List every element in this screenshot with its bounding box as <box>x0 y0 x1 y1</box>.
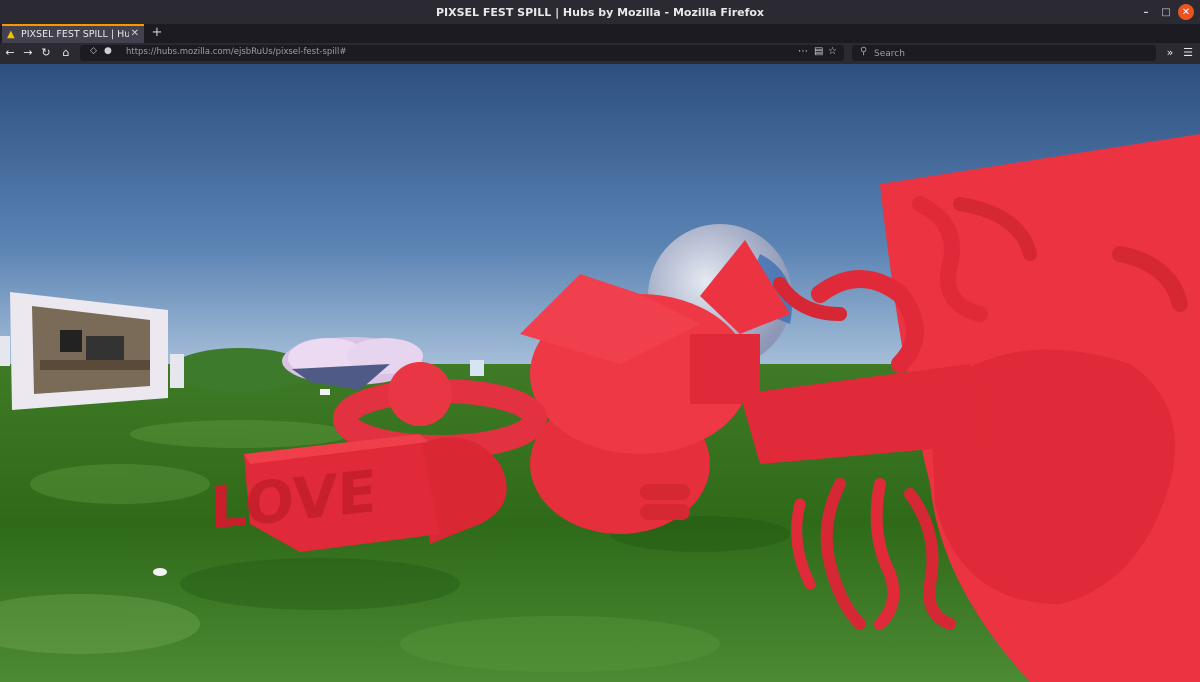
close-window-button[interactable]: ✕ <box>1178 4 1194 20</box>
shield-icon[interactable]: ◇ <box>90 46 97 56</box>
hamburger-menu-icon[interactable]: ☰ <box>1180 45 1196 61</box>
framed-photo[interactable] <box>10 292 168 410</box>
search-icon: ⚲ <box>860 46 868 57</box>
scene-canvas[interactable]: LOVE <box>0 64 1200 682</box>
url-text[interactable]: https://hubs.mozilla.com/ejsbRuUs/pixsel… <box>126 47 347 57</box>
page-actions-icon[interactable]: ⋯ <box>798 46 808 57</box>
hubs-3d-viewport[interactable]: LOVE <box>0 64 1200 682</box>
minimize-button[interactable]: – <box>1138 4 1154 20</box>
small-panel <box>170 354 184 388</box>
reload-icon[interactable]: ↻ <box>38 45 54 61</box>
chevron-double-right-icon[interactable]: » <box>1162 45 1178 61</box>
window-title: PIXSEL FEST SPILL | Hubs by Mozilla - Mo… <box>435 5 765 19</box>
forward-arrow-icon[interactable]: → <box>20 45 36 61</box>
close-tab-icon[interactable]: ✕ <box>131 28 139 39</box>
url-bar[interactable]: ◇ ● https://hubs.mozilla.com/ejsbRuUs/pi… <box>80 45 844 61</box>
tab-strip: ▲ PIXSEL FEST SPILL | Hub ✕ + <box>0 24 1200 43</box>
tab-active[interactable]: ▲ PIXSEL FEST SPILL | Hub ✕ <box>2 24 144 43</box>
search-input[interactable] <box>872 46 1146 61</box>
hubs-favicon-icon: ▲ <box>7 28 15 40</box>
edge-panel <box>0 336 10 366</box>
lock-icon[interactable]: ● <box>104 46 112 56</box>
title-bar: PIXSEL FEST SPILL | Hubs by Mozilla - Mo… <box>0 0 1200 24</box>
navigation-bar: ← → ↻ ⌂ ◇ ● https://hubs.mozilla.com/ejs… <box>0 43 1200 64</box>
ground-marker <box>153 568 167 576</box>
tab-label: PIXSEL FEST SPILL | Hub <box>21 29 129 40</box>
pocket-icon[interactable]: ▤ <box>814 46 823 57</box>
back-arrow-icon[interactable]: ← <box>2 45 18 61</box>
maximize-button[interactable]: □ <box>1158 4 1174 20</box>
home-icon[interactable]: ⌂ <box>58 45 74 61</box>
new-tab-button[interactable]: + <box>150 25 164 41</box>
browser-window: PIXSEL FEST SPILL | Hubs by Mozilla - Mo… <box>0 0 1200 682</box>
distant-sign <box>470 360 484 376</box>
small-object <box>320 389 330 395</box>
search-bar[interactable]: ⚲ <box>852 45 1156 61</box>
bookmark-star-icon[interactable]: ☆ <box>828 46 837 57</box>
